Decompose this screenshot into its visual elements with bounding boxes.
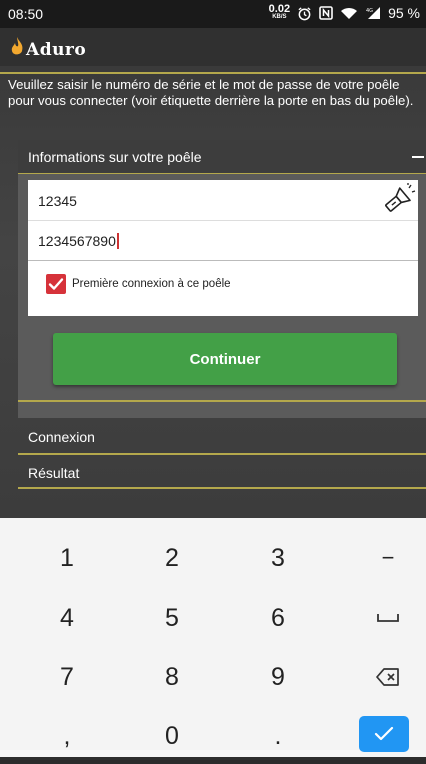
done-key[interactable] (359, 716, 409, 752)
aduro-logo: Aduro (10, 37, 86, 62)
first-connection-row[interactable]: Première connexion à ce poêle (28, 274, 418, 298)
section-title: Résultat (28, 465, 80, 481)
network-speed: 0.02 KB/S (268, 3, 291, 21)
alarm-icon (297, 6, 312, 21)
key-space[interactable] (335, 590, 426, 646)
key-0[interactable]: 0 (119, 708, 225, 764)
key-2[interactable]: 2 (119, 530, 225, 586)
key-6[interactable]: 6 (225, 590, 331, 646)
logo-text: Aduro (26, 39, 87, 60)
key-1[interactable]: 1 (14, 530, 120, 586)
key-5[interactable]: 5 (119, 590, 225, 646)
backspace-icon (376, 668, 399, 686)
section-header-stove-info[interactable]: Informations sur votre poêle (18, 140, 426, 174)
signal-4g-icon: 4G (365, 6, 381, 20)
wifi-icon (340, 6, 358, 20)
key-minus[interactable]: − (335, 530, 426, 586)
flashlight-icon[interactable] (380, 183, 416, 218)
section-header-resultat[interactable]: Résultat (18, 456, 426, 490)
flame-icon (10, 37, 24, 62)
key-8[interactable]: 8 (119, 649, 225, 705)
divider (18, 400, 426, 402)
checkmark-icon (48, 278, 64, 290)
key-9[interactable]: 9 (225, 649, 331, 705)
password-value: 1234567890 (38, 233, 116, 249)
instructions-text: Veuillez saisir le numéro de série et le… (8, 77, 414, 108)
nfc-icon (319, 6, 333, 20)
text-cursor (116, 233, 119, 249)
section-title: Informations sur votre poêle (28, 149, 202, 165)
numeric-keyboard: 1 2 3 − 4 5 6 7 8 9 , 0 . (0, 518, 426, 757)
divider (18, 453, 426, 455)
continue-button[interactable]: Continuer (53, 333, 397, 385)
divider (18, 487, 426, 489)
battery-level: 95 % (388, 5, 420, 21)
space-icon (377, 614, 399, 622)
key-period[interactable]: . (225, 708, 331, 764)
status-icons: 0.02 KB/S 4G 95 % (268, 3, 420, 22)
network-speed-unit: KB/S (272, 14, 287, 20)
login-card: 12345 1234567890 Première connexion à ce… (28, 180, 418, 316)
key-backspace[interactable] (335, 649, 426, 705)
section-header-connexion[interactable]: Connexion (18, 420, 426, 454)
key-3[interactable]: 3 (225, 530, 331, 586)
network-speed-value: 0.02 (268, 3, 291, 15)
password-field[interactable]: 1234567890 (28, 220, 418, 261)
section-title: Connexion (28, 429, 95, 445)
svg-text:4G: 4G (366, 8, 373, 14)
divider (0, 72, 426, 74)
serial-number-field[interactable]: 12345 (28, 180, 418, 221)
serial-number-value: 12345 (38, 193, 77, 209)
key-4[interactable]: 4 (14, 590, 120, 646)
status-time: 08:50 (8, 6, 44, 22)
collapse-icon[interactable] (412, 156, 424, 158)
first-connection-checkbox[interactable] (46, 274, 66, 294)
checkmark-icon (374, 726, 394, 741)
key-comma[interactable]: , (14, 708, 120, 764)
app-bar: Aduro (0, 28, 426, 66)
first-connection-label: Première connexion à ce poêle (72, 278, 231, 290)
key-7[interactable]: 7 (14, 649, 120, 705)
status-bar: 08:50 0.02 KB/S 4G 95 % (0, 0, 426, 28)
